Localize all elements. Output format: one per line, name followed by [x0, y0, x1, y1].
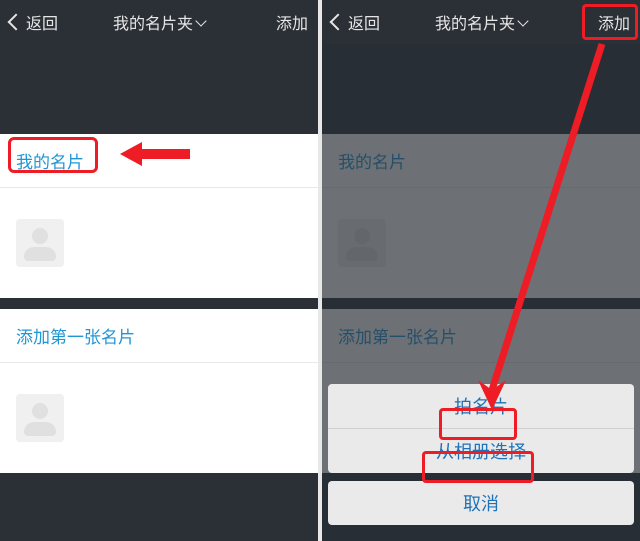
- avatar-placeholder-icon: [338, 219, 386, 267]
- chevron-down-icon: [517, 15, 528, 26]
- sheet-cancel-group: 取消: [328, 481, 634, 525]
- chevron-down-icon: [195, 15, 206, 26]
- chevron-left-icon: [330, 14, 347, 31]
- title-label: 我的名片夹: [113, 10, 193, 34]
- back-button[interactable]: 返回: [10, 10, 70, 34]
- navbar: 返回 我的名片夹 添加: [322, 0, 640, 44]
- my-card-body: [0, 188, 318, 298]
- back-label: 返回: [348, 10, 380, 34]
- content-area: 我的名片 添加第一张名片 拍名片 从相册选择: [322, 44, 640, 541]
- add-button[interactable]: 添加: [248, 10, 308, 34]
- content-area: 我的名片 添加第一张名片: [0, 44, 318, 541]
- shoot-card-button[interactable]: 拍名片: [328, 384, 634, 428]
- choose-from-album-button[interactable]: 从相册选择: [328, 428, 634, 473]
- navbar: 返回 我的名片夹 添加: [0, 0, 318, 44]
- back-button[interactable]: 返回: [332, 10, 392, 34]
- choose-from-album-label: 从相册选择: [436, 438, 526, 464]
- chevron-left-icon: [8, 14, 25, 31]
- add-label: 添加: [276, 10, 308, 34]
- action-sheet: 拍名片 从相册选择 取消: [328, 384, 634, 533]
- title-label: 我的名片夹: [435, 10, 515, 34]
- add-button[interactable]: 添加: [570, 10, 630, 34]
- avatar-placeholder-icon: [16, 219, 64, 267]
- add-first-card-header: 添加第一张名片: [0, 309, 318, 363]
- cancel-button[interactable]: 取消: [328, 481, 634, 525]
- title-dropdown[interactable]: 我的名片夹: [70, 10, 248, 34]
- cancel-label: 取消: [463, 490, 499, 516]
- phone-left: 返回 我的名片夹 添加 我的名片 添加第一张名片: [0, 0, 318, 541]
- shoot-card-label: 拍名片: [454, 393, 508, 419]
- back-label: 返回: [26, 10, 58, 34]
- my-card-header: 我的名片: [322, 134, 640, 188]
- my-card-header: 我的名片: [0, 134, 318, 188]
- sheet-options-group: 拍名片 从相册选择: [328, 384, 634, 473]
- my-card-section[interactable]: 我的名片: [0, 134, 318, 298]
- title-dropdown[interactable]: 我的名片夹: [392, 10, 570, 34]
- add-first-card-header: 添加第一张名片: [322, 309, 640, 363]
- phone-right: 返回 我的名片夹 添加 我的名片 添加第一张名片 拍名片: [322, 0, 640, 541]
- my-card-body: [322, 188, 640, 298]
- add-label: 添加: [598, 10, 630, 34]
- avatar-placeholder-icon: [16, 394, 64, 442]
- add-first-card-body: [0, 363, 318, 473]
- add-first-card-section[interactable]: 添加第一张名片: [0, 309, 318, 473]
- my-card-section[interactable]: 我的名片: [322, 134, 640, 298]
